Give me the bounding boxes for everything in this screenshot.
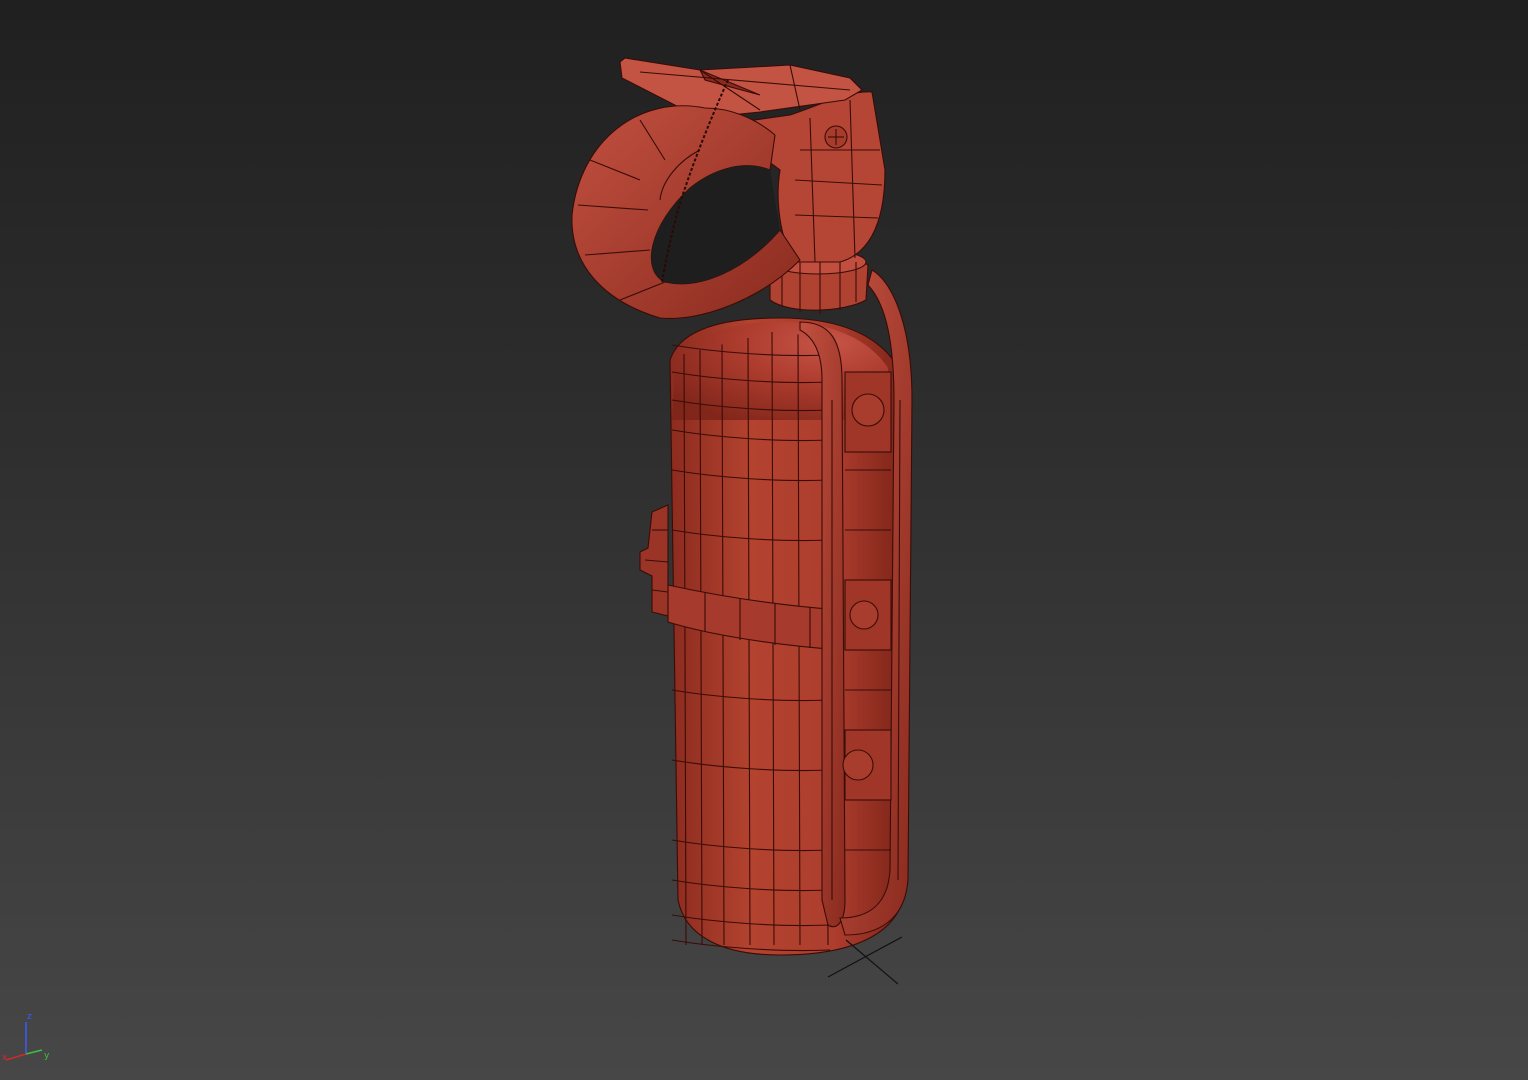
- viewport-scene[interactable]: z x y: [0, 0, 1528, 1080]
- side-clip[interactable]: [639, 504, 669, 617]
- axis-gizmo: z x y: [2, 1012, 50, 1063]
- 3d-viewport[interactable]: z x y: [0, 0, 1528, 1080]
- z-axis-label: z: [27, 1012, 32, 1022]
- carry-handle[interactable]: [571, 79, 801, 320]
- x-axis-label: x: [2, 1053, 8, 1063]
- y-axis-label: y: [44, 1051, 50, 1061]
- y-axis-line: [25, 1049, 43, 1055]
- fire-extinguisher-mesh[interactable]: [571, 57, 913, 956]
- x-axis-line: [5, 1053, 27, 1061]
